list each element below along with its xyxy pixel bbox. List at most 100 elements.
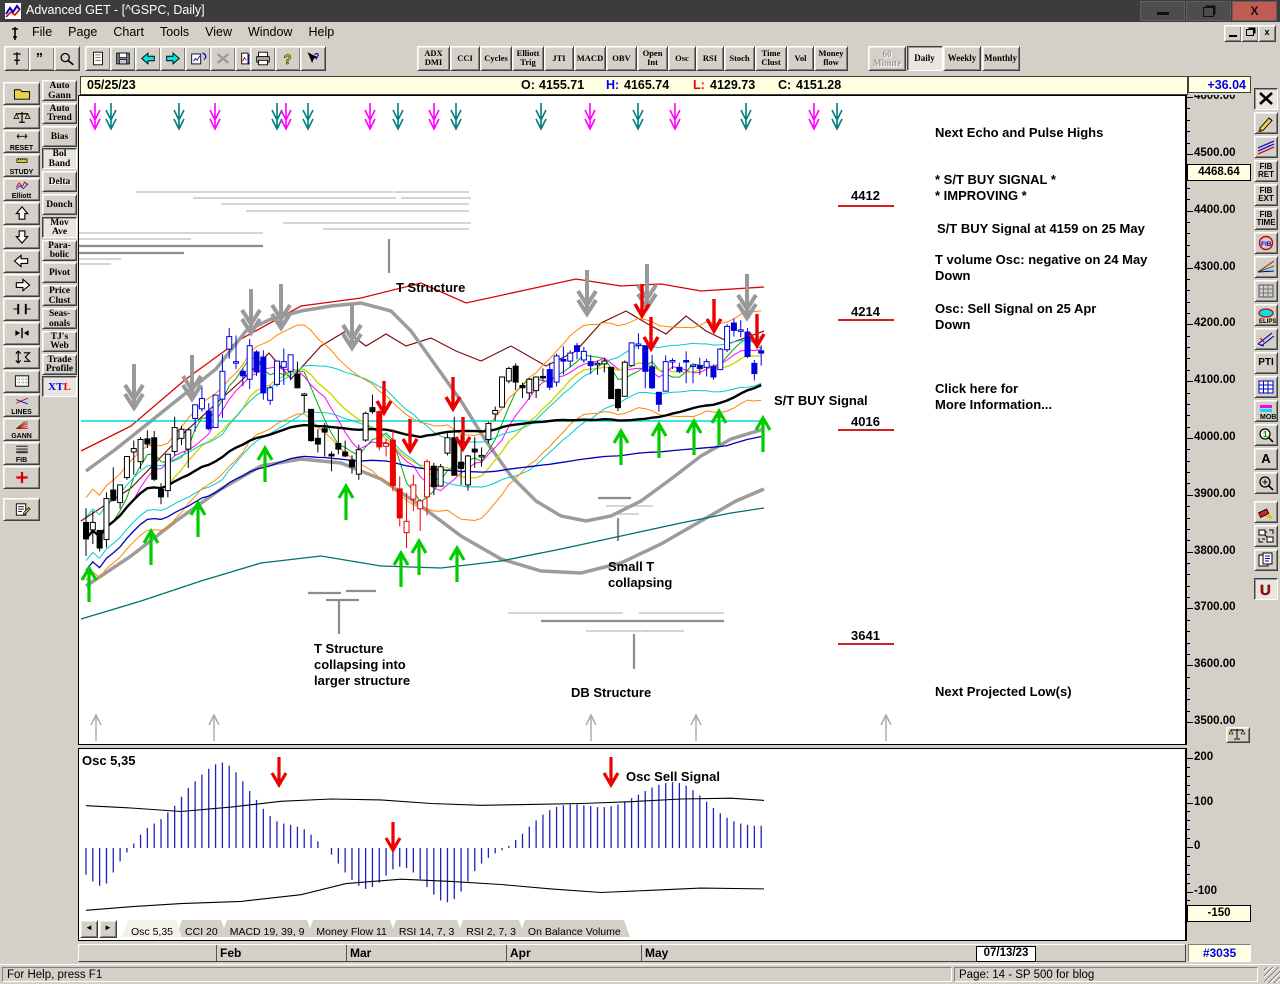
tool-scroll-down-button[interactable] <box>3 226 40 249</box>
rtool-pitchfork-button[interactable] <box>1254 328 1278 350</box>
indicator-macd[interactable]: MACD <box>574 46 606 71</box>
timeframe-60-minute[interactable]: 60 Minute <box>868 46 906 71</box>
print-button[interactable] <box>250 46 276 71</box>
rtool-expand-button[interactable] <box>1254 525 1278 547</box>
tool-optimize-button[interactable] <box>3 106 40 129</box>
rtool-ellipse-button[interactable]: ELIPS <box>1254 304 1278 326</box>
study-delta-button[interactable]: Delta <box>42 171 77 193</box>
menu-page[interactable]: Page <box>60 22 105 44</box>
menu-tools[interactable]: Tools <box>152 22 197 44</box>
tab-on-balance-volume[interactable]: On Balance Volume <box>518 920 630 938</box>
indicator-rsi[interactable]: RSI <box>696 46 724 71</box>
study-xtl-button[interactable]: XTL <box>42 376 77 398</box>
tab-rsi-2-7-3[interactable]: RSI 2, 7, 3 <box>457 920 525 938</box>
pin-button[interactable] <box>4 46 30 71</box>
study-auto-gann-button[interactable]: Auto Gann <box>42 80 77 101</box>
rtool-fib-circle-button[interactable]: FIB <box>1254 232 1278 254</box>
timeframe-monthly[interactable]: Monthly <box>981 46 1020 71</box>
resize-grip[interactable] <box>1264 967 1280 983</box>
tool-grid-button[interactable] <box>3 370 40 393</box>
indicator-cycles[interactable]: Cycles <box>480 46 512 71</box>
rtool-fib-ret-button[interactable]: FIB RET <box>1254 160 1278 182</box>
tool-bar-spacing-button[interactable] <box>3 298 40 321</box>
close-gray-button[interactable] <box>210 46 236 71</box>
rtool-mob-button[interactable]: MOB <box>1254 400 1278 422</box>
tool-bar-width-button[interactable] <box>3 322 40 345</box>
tab-macd-19-39-9[interactable]: MACD 19, 39, 9 <box>220 920 314 938</box>
tab-money-flow-11[interactable]: Money Flow 11 <box>307 920 396 938</box>
rtool-pencil-button[interactable] <box>1254 112 1278 134</box>
tool-scroll-up-button[interactable] <box>3 202 40 225</box>
tab-cci-20[interactable]: CCI 20 <box>176 920 227 938</box>
price-chart-panel[interactable]: 4412 4214 4016 3641 Next Echo and Pulse High… <box>78 95 1186 745</box>
forward-button[interactable] <box>160 46 186 71</box>
oscillator-panel[interactable]: Osc 5,35 Osc Sell Signal <box>78 748 1186 941</box>
tab-scroll-right-button[interactable]: ► <box>99 920 117 938</box>
menu-file[interactable]: File <box>24 22 60 44</box>
rtool-text-tool-button[interactable]: A <box>1254 448 1278 470</box>
refresh-chart-button[interactable] <box>185 46 211 71</box>
timeframe-daily[interactable]: Daily <box>906 46 943 71</box>
context-help-button[interactable]: ? <box>300 46 326 71</box>
date-axis[interactable]: Feb Mar Apr May 07/13/23 <box>78 944 1186 962</box>
study-price-clust-button[interactable]: Price Clust <box>42 285 77 307</box>
tab-scroll-left-button[interactable]: ◄ <box>80 920 98 938</box>
timeframe-weekly[interactable]: Weekly <box>943 46 981 71</box>
tool-open-folder-button[interactable] <box>3 82 40 105</box>
oscillator-axis[interactable]: -100 0 100 200 -150 <box>1186 748 1252 941</box>
tool-value-scale-button[interactable] <box>3 346 40 369</box>
mdi-minimize-button[interactable] <box>1224 25 1242 42</box>
study-donch-button[interactable]: Donch <box>42 194 77 215</box>
rtool-expert-lens-button[interactable]: 1 <box>1254 424 1278 446</box>
rtool-magnet-button[interactable]: U <box>1254 578 1278 600</box>
quotes-button[interactable]: ” <box>29 46 55 71</box>
rtool-grid2-button[interactable] <box>1254 280 1278 302</box>
search-button[interactable] <box>54 46 80 71</box>
study-trade-profile-button[interactable]: Trade Profile <box>42 353 77 375</box>
rtool-pti-button[interactable]: PTI <box>1254 352 1278 374</box>
rtool-fan-button[interactable] <box>1254 256 1278 278</box>
rtool-zoom-button[interactable] <box>1254 472 1278 494</box>
tool-properties-button[interactable] <box>3 498 40 521</box>
indicator-jti[interactable]: JTI <box>544 46 574 71</box>
menu-window[interactable]: Window <box>240 22 300 44</box>
indicator-elliott-trig[interactable]: Elliott Trig <box>512 46 544 71</box>
tool-lines-button[interactable]: LINES <box>3 394 40 417</box>
new-page-button[interactable] <box>85 46 111 71</box>
maximize-button[interactable] <box>1186 1 1231 21</box>
tool-reset-button[interactable]: RESET <box>3 130 40 153</box>
study-tjs-web-button[interactable]: TJ's Web <box>42 330 77 352</box>
rtool-trendlines-button[interactable] <box>1254 136 1278 158</box>
indicator-adx-dmi[interactable]: ADX DMI <box>417 46 450 71</box>
rtool-regression-button[interactable] <box>1254 376 1278 398</box>
rtool-scripts-button[interactable] <box>1254 549 1278 571</box>
study-pivot-button[interactable]: Pivot <box>42 262 77 284</box>
back-button[interactable] <box>135 46 161 71</box>
rtool-eraser-button[interactable] <box>1254 501 1278 523</box>
indicator-vol[interactable]: Vol <box>787 46 814 71</box>
tool-gann-button[interactable]: GANN <box>3 418 40 441</box>
study-bias-button[interactable]: Bias <box>42 125 77 147</box>
mdi-close-button[interactable]: x <box>1258 25 1276 42</box>
indicator-open-int[interactable]: Open Int <box>637 46 668 71</box>
tab-rsi-14-7-3[interactable]: RSI 14, 7, 3 <box>389 920 464 938</box>
indicator-cci[interactable]: CCI <box>450 46 480 71</box>
tool-study-button[interactable]: STUDY <box>3 154 40 177</box>
indicator-osc[interactable]: Osc <box>668 46 696 71</box>
rtool-fib-ext-button[interactable]: FIB EXT <box>1254 184 1278 206</box>
save-button[interactable] <box>110 46 136 71</box>
tool-elliott-button[interactable]: Elliott <box>3 178 40 201</box>
tool-scroll-right-button[interactable] <box>3 274 40 297</box>
indicator-time-clust[interactable]: Time Clust <box>755 46 787 71</box>
tab-osc-5-35[interactable]: Osc 5,35 <box>122 920 183 938</box>
close-button[interactable]: X <box>1232 1 1277 21</box>
indicator-money-flow[interactable]: Money flow <box>814 46 848 71</box>
help-button[interactable]: ? <box>275 46 301 71</box>
rtool-fib-time-button[interactable]: FIB TIME <box>1254 208 1278 230</box>
price-axis[interactable]: 3500.00 3600.00 3700.00 3800.00 3900.00 4000.… <box>1186 95 1252 745</box>
menu-view[interactable]: View <box>197 22 240 44</box>
chart-window-pin-icon[interactable] <box>8 26 22 41</box>
menu-chart[interactable]: Chart <box>105 22 152 44</box>
menu-help[interactable]: Help <box>300 22 342 44</box>
indicator-stoch[interactable]: Stoch <box>724 46 755 71</box>
